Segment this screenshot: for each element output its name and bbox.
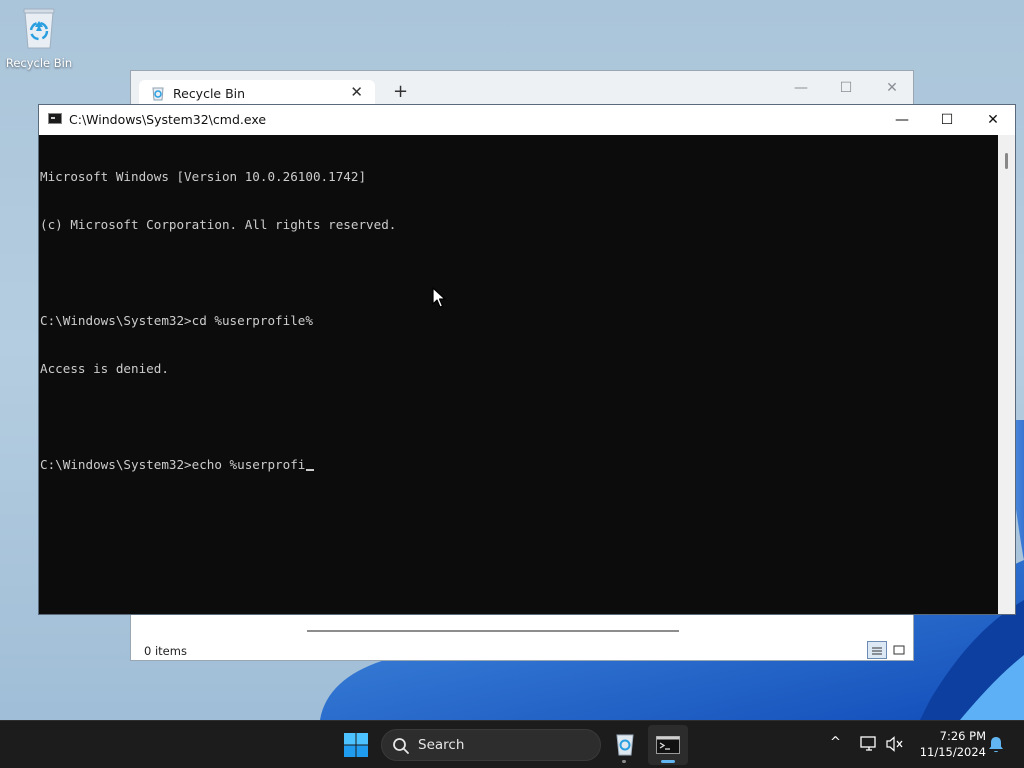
cmd-window[interactable]: C:\Windows\System32\cmd.exe — ☐ ✕ Micros… bbox=[38, 104, 1016, 615]
cmd-window-title: C:\Windows\System32\cmd.exe bbox=[69, 112, 267, 127]
console-line: Microsoft Windows [Version 10.0.26100.17… bbox=[40, 169, 367, 184]
taskbar-search-box[interactable]: Search bbox=[381, 729, 601, 761]
taskbar-recycle-bin-button[interactable] bbox=[604, 725, 644, 765]
cmd-close-button[interactable]: ✕ bbox=[970, 105, 1016, 135]
search-icon bbox=[393, 738, 409, 754]
console-line: C:\Windows\System32>cd %userprofile% bbox=[40, 313, 313, 328]
scrollbar-thumb[interactable] bbox=[1005, 153, 1008, 169]
tab-close-button[interactable]: ✕ bbox=[350, 83, 363, 101]
tab-title: Recycle Bin bbox=[173, 86, 246, 101]
details-view-button[interactable] bbox=[867, 641, 887, 659]
status-item-count: 0 items bbox=[144, 644, 187, 658]
explorer-titlebar[interactable]: Recycle Bin ✕ + — ☐ ✕ bbox=[131, 71, 915, 106]
explorer-close-button[interactable]: ✕ bbox=[869, 75, 915, 101]
recycle-bin-label: Recycle Bin bbox=[5, 56, 73, 70]
windows-start-icon[interactable] bbox=[343, 732, 369, 758]
console-line: Access is denied. bbox=[40, 361, 169, 376]
details-view-icon bbox=[872, 647, 882, 655]
tiles-view-icon bbox=[893, 645, 905, 655]
explorer-maximize-button[interactable]: ☐ bbox=[823, 75, 869, 101]
taskbar-cmd-button[interactable] bbox=[648, 725, 688, 765]
active-indicator bbox=[661, 760, 675, 763]
mouse-pointer-icon bbox=[432, 287, 446, 308]
text-cursor bbox=[306, 469, 315, 471]
explorer-minimize-button[interactable]: — bbox=[778, 75, 824, 101]
explorer-horizontal-scrollbar[interactable] bbox=[307, 630, 679, 632]
show-hidden-icons-chevron[interactable]: ^ bbox=[830, 735, 841, 750]
console-output[interactable]: Microsoft Windows [Version 10.0.26100.17… bbox=[39, 135, 998, 614]
cmd-vertical-scrollbar[interactable] bbox=[998, 135, 1015, 614]
tab-recycle-bin[interactable]: Recycle Bin ✕ bbox=[139, 80, 375, 106]
taskbar-clock[interactable]: 7:26 PM 11/15/2024 bbox=[914, 728, 986, 760]
console-input-line[interactable]: C:\Windows\System32>echo %userprofi bbox=[40, 457, 998, 473]
network-icon[interactable] bbox=[860, 736, 878, 752]
desktop-recycle-bin[interactable]: Recycle Bin bbox=[4, 6, 74, 70]
volume-muted-icon[interactable] bbox=[886, 736, 904, 752]
recycle-bin-icon bbox=[23, 8, 55, 49]
clock-date: 11/15/2024 bbox=[919, 745, 986, 759]
terminal-icon bbox=[48, 113, 62, 124]
clock-time: 7:26 PM bbox=[939, 729, 986, 743]
cmd-minimize-button[interactable]: — bbox=[879, 105, 925, 135]
recycle-bin-icon bbox=[616, 734, 634, 756]
running-indicator bbox=[622, 760, 626, 763]
large-icons-view-button[interactable] bbox=[889, 641, 909, 659]
terminal-icon bbox=[656, 736, 680, 754]
notification-bell-icon[interactable] bbox=[988, 736, 1004, 754]
new-tab-button[interactable]: + bbox=[393, 83, 408, 101]
console-prompt-text: C:\Windows\System32>echo %userprofi bbox=[40, 457, 306, 472]
recycle-bin-icon bbox=[152, 87, 164, 101]
cmd-titlebar[interactable]: C:\Windows\System32\cmd.exe — ☐ ✕ bbox=[39, 105, 1015, 135]
cmd-maximize-button[interactable]: ☐ bbox=[924, 105, 970, 135]
search-label: Search bbox=[418, 737, 465, 753]
taskbar: Search ^ 7:26 PM 11/15/2024 bbox=[0, 720, 1024, 768]
console-line: (c) Microsoft Corporation. All rights re… bbox=[40, 217, 397, 232]
